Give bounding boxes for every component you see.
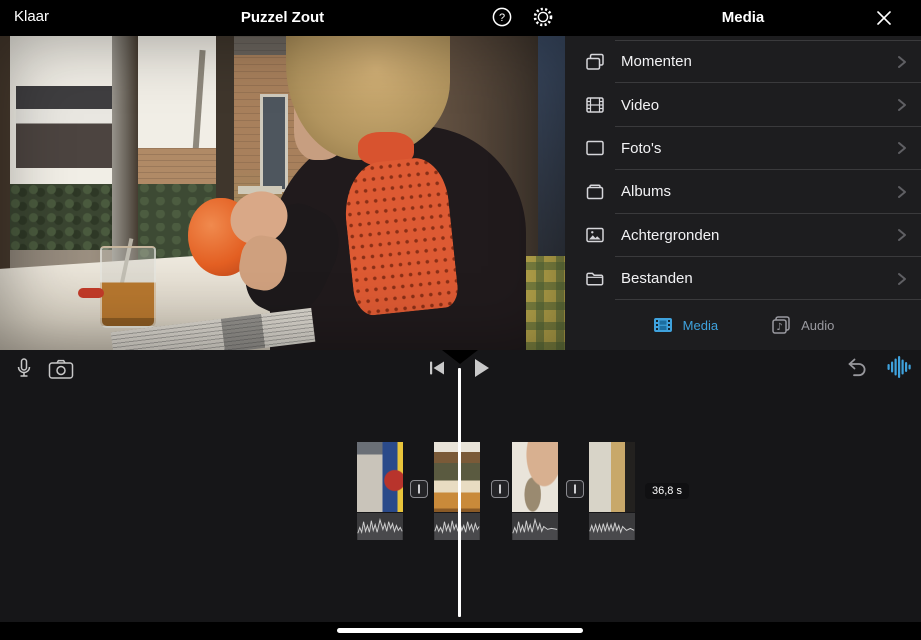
media-item-momenten[interactable]: Momenten: [565, 40, 921, 83]
timeline-clip-1[interactable]: [357, 442, 403, 540]
film-icon: [583, 93, 609, 117]
media-item-fotos[interactable]: Foto's: [565, 127, 921, 170]
clip-waveform: [589, 513, 635, 540]
playhead: [458, 368, 461, 617]
camera-icon: [46, 357, 76, 383]
top-bar: Klaar Puzzel Zout ? Media: [0, 0, 921, 36]
transition-button-3[interactable]: [566, 480, 584, 498]
timeline: 36,8 s: [0, 350, 921, 622]
moments-icon: [583, 50, 609, 74]
close-icon: [874, 8, 894, 28]
media-panel: Momenten Video Foto's: [565, 36, 921, 350]
microphone-icon: [10, 355, 38, 383]
skip-to-start-icon: [426, 357, 448, 379]
record-camera-button[interactable]: [46, 357, 76, 383]
audio-waveform-icon: [884, 354, 912, 380]
tab-audio-label: Audio: [801, 318, 834, 333]
panel-tabs: Media ♪ Audio: [565, 307, 921, 343]
svg-text:?: ?: [499, 12, 505, 24]
media-item-label: Albums: [621, 183, 671, 200]
album-icon: [583, 180, 609, 204]
clip-thumbnail: [589, 442, 635, 512]
clip-waveform: [434, 513, 480, 540]
undo-button[interactable]: [844, 356, 870, 380]
media-panel-title: Media: [565, 9, 921, 26]
close-media-panel-button[interactable]: [874, 8, 894, 28]
settings-button[interactable]: [531, 5, 555, 29]
undo-icon: [844, 356, 870, 380]
timeline-clip-3[interactable]: [512, 442, 558, 540]
audio-waveform-toggle-button[interactable]: [884, 354, 912, 380]
tab-media[interactable]: Media: [652, 314, 718, 336]
chevron-right-icon: [893, 183, 911, 201]
help-icon: ?: [491, 6, 513, 28]
bottom-strip: [0, 622, 921, 640]
chevron-right-icon: [893, 53, 911, 71]
media-tab-icon: [652, 314, 674, 336]
media-item-achtergronden[interactable]: Achtergronden: [565, 214, 921, 257]
project-duration-badge: 36,8 s: [645, 483, 689, 499]
media-item-albums[interactable]: Albums: [565, 170, 921, 213]
timeline-clip-2[interactable]: [434, 442, 480, 540]
gear-icon: [531, 5, 555, 29]
imovie-app: Klaar Puzzel Zout ? Media: [0, 0, 921, 640]
chevron-right-icon: [893, 96, 911, 114]
media-list: Momenten Video Foto's: [565, 40, 921, 300]
skip-to-start-button[interactable]: [426, 357, 448, 379]
folder-icon: [583, 267, 609, 291]
clip-thumbnail: [512, 442, 558, 512]
media-item-label: Foto's: [621, 140, 661, 157]
project-title: Puzzel Zout: [0, 9, 565, 26]
clip-thumbnail: [434, 442, 480, 512]
chevron-right-icon: [893, 270, 911, 288]
home-indicator[interactable]: [337, 628, 583, 633]
chevron-right-icon: [893, 226, 911, 244]
clip-thumbnail: [357, 442, 403, 512]
timeline-clip-4[interactable]: [589, 442, 635, 540]
help-button[interactable]: ?: [491, 6, 513, 28]
tab-media-label: Media: [683, 318, 718, 333]
media-item-label: Momenten: [621, 53, 692, 70]
clip-waveform: [512, 513, 558, 540]
transition-button-2[interactable]: [491, 480, 509, 498]
svg-text:♪: ♪: [776, 322, 782, 333]
media-item-label: Bestanden: [621, 270, 693, 287]
play-icon: [468, 355, 494, 381]
photo-icon: [583, 136, 609, 160]
media-item-bestanden[interactable]: Bestanden: [565, 257, 921, 300]
media-item-label: Achtergronden: [621, 227, 719, 244]
video-preview[interactable]: [0, 36, 565, 350]
tab-audio[interactable]: ♪ Audio: [770, 314, 834, 336]
audio-tab-icon: ♪: [770, 314, 792, 336]
clip-waveform: [357, 513, 403, 540]
chevron-right-icon: [893, 139, 911, 157]
scene-vignette: [0, 36, 565, 350]
media-item-label: Video: [621, 97, 659, 114]
play-button[interactable]: [468, 355, 494, 381]
record-voiceover-button[interactable]: [10, 355, 38, 383]
background-image-icon: [583, 223, 609, 247]
transition-button-1[interactable]: [410, 480, 428, 498]
media-item-video[interactable]: Video: [565, 83, 921, 126]
